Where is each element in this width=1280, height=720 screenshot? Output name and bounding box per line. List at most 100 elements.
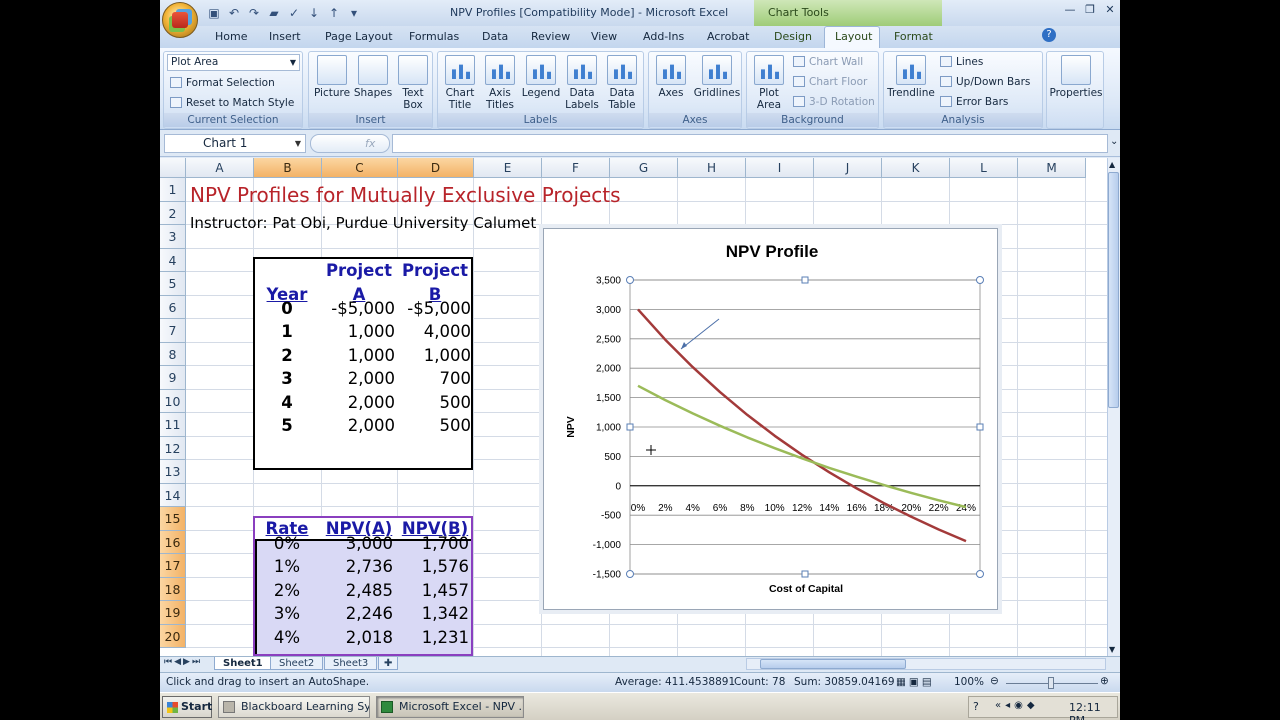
column-header-j[interactable]: J [814, 158, 882, 178]
column-header-i[interactable]: I [746, 158, 814, 178]
frame-grip-bottom[interactable]: ···· [766, 608, 777, 618]
save-icon[interactable]: ▣ [206, 5, 222, 21]
column-header-b[interactable]: B [254, 158, 322, 178]
data-labels-button[interactable]: Data Labels [562, 55, 602, 111]
sheet-nav-icons[interactable]: ⏮◀▶⏭ [164, 657, 202, 667]
row-header-4[interactable]: 4 [160, 248, 186, 272]
expand-formula-icon[interactable]: ⌄ [1110, 136, 1118, 147]
npv-b-cell[interactable]: 1,457 [397, 581, 469, 600]
row-header-2[interactable]: 2 [160, 201, 186, 225]
tab-formulas[interactable]: Formulas [409, 30, 459, 43]
npv-b-cell[interactable]: 1,342 [397, 604, 469, 623]
npv-b-cell[interactable]: 1,576 [397, 557, 469, 576]
updown-bars-button[interactable]: Up/Down Bars [940, 76, 1030, 88]
cash-flow-b-cell[interactable]: 500 [397, 393, 472, 412]
tab-insert[interactable]: Insert [269, 30, 301, 43]
row-header-9[interactable]: 9 [160, 366, 186, 390]
header-project-a[interactable]: Project [321, 261, 397, 280]
view-buttons-icon[interactable]: ▦▣▤ [896, 676, 935, 688]
npv-rate-cell[interactable]: 3% [253, 604, 321, 623]
sheet-tab-3[interactable]: Sheet3 [324, 657, 378, 670]
chart-title[interactable]: NPV Profile [726, 242, 819, 261]
column-header-c[interactable]: C [322, 158, 398, 178]
resize-handle[interactable] [976, 276, 984, 284]
cash-flow-year-cell[interactable]: 0 [253, 299, 321, 318]
undo-icon[interactable]: ↶ [226, 5, 242, 21]
column-header-h[interactable]: H [678, 158, 746, 178]
vertical-scroll-thumb[interactable] [1108, 172, 1119, 408]
cash-flow-b-cell[interactable]: 700 [397, 369, 472, 388]
row-header-10[interactable]: 10 [160, 389, 186, 413]
properties-button[interactable]: Properties [1049, 55, 1103, 99]
npv-a-cell[interactable]: 2,246 [321, 604, 393, 623]
spelling-icon[interactable]: ✓ [286, 5, 302, 21]
cash-flow-a-cell[interactable]: 2,000 [321, 416, 395, 435]
taskbar-item-excel[interactable]: Microsoft Excel - NPV ... [376, 696, 524, 718]
rotation-button[interactable]: 3-D Rotation [793, 96, 875, 108]
row-header-1[interactable]: 1 [160, 178, 186, 202]
cash-flow-a-cell[interactable]: 1,000 [321, 322, 395, 341]
row-header-16[interactable]: 16 [160, 530, 186, 554]
tab-add-ins[interactable]: Add-Ins [643, 30, 684, 43]
row-header-13[interactable]: 13 [160, 460, 186, 484]
qat-customize-icon[interactable]: ▾ [346, 5, 362, 21]
npv-a-cell[interactable]: 3,000 [321, 534, 393, 553]
office-button[interactable] [162, 2, 198, 38]
column-header-a[interactable]: A [186, 158, 254, 178]
cash-flow-year-cell[interactable]: 2 [253, 346, 321, 365]
sort-ascending-icon[interactable]: ↓ [306, 5, 322, 21]
zoom-out-icon[interactable]: ⊖ [990, 675, 999, 687]
horizontal-scroll-thumb[interactable] [760, 659, 906, 669]
error-bars-button[interactable]: Error Bars [940, 96, 1008, 108]
reset-style-button[interactable]: Reset to Match Style [170, 97, 294, 109]
trendline-button[interactable]: Trendline [886, 55, 936, 99]
cash-flow-a-cell[interactable]: 2,000 [321, 369, 395, 388]
npv-b-cell[interactable]: 1,700 [397, 534, 469, 553]
sheet-tab-2[interactable]: Sheet2 [270, 657, 324, 670]
tab-data[interactable]: Data [482, 30, 508, 43]
data-table-button[interactable]: Data Table [602, 55, 642, 111]
npv-chart-svg[interactable]: 3,500 3,000 2,500 2,000 1,500 1,000 500 0 -500 -1… [544, 221, 999, 618]
column-header-k[interactable]: K [882, 158, 950, 178]
text-box-button[interactable]: Text Box [395, 55, 431, 111]
chart-wall-button[interactable]: Chart Wall [793, 56, 863, 68]
npv-b-cell[interactable]: 1,231 [397, 628, 469, 647]
cash-flow-year-cell[interactable]: 3 [253, 369, 321, 388]
npv-rate-cell[interactable]: 0% [253, 534, 321, 553]
row-header-3[interactable]: 3 [160, 225, 186, 249]
npv-chart[interactable]: 3,500 3,000 2,500 2,000 1,500 1,000 500 0 -500 -1… [543, 221, 999, 618]
column-header-e[interactable]: E [474, 158, 542, 178]
zoom-in-icon[interactable]: ⊕ [1100, 675, 1109, 687]
frame-grip-top[interactable]: ···· [766, 221, 777, 231]
resize-handle[interactable] [976, 570, 984, 578]
row-header-12[interactable]: 12 [160, 436, 186, 460]
sheet-title[interactable]: NPV Profiles for Mutually Exclusive Proj… [190, 183, 621, 207]
axis-titles-button[interactable]: Axis Titles [480, 55, 520, 111]
resize-handle[interactable] [801, 276, 809, 284]
formula-input[interactable] [392, 134, 1108, 153]
cash-flow-b-cell[interactable]: 1,000 [397, 346, 471, 365]
cash-flow-year-cell[interactable]: 5 [253, 416, 321, 435]
row-header-15[interactable]: 15 [160, 507, 186, 531]
npv-a-cell[interactable]: 2,018 [321, 628, 393, 647]
column-header-m[interactable]: M [1018, 158, 1086, 178]
chart-floor-button[interactable]: Chart Floor [793, 76, 867, 88]
row-header-8[interactable]: 8 [160, 342, 186, 366]
redo-icon[interactable]: ↷ [246, 5, 262, 21]
tab-home[interactable]: Home [215, 30, 247, 43]
resize-handle[interactable] [976, 423, 984, 431]
row-header-6[interactable]: 6 [160, 295, 186, 319]
tab-page-layout[interactable]: Page Layout [325, 30, 393, 43]
sort-descending-icon[interactable]: ↑ [326, 5, 342, 21]
taskbar-item-blackboard[interactable]: Blackboard Learning Syst... [218, 696, 370, 718]
picture-button[interactable]: Picture [313, 55, 351, 99]
zoom-level[interactable]: 100% [954, 676, 984, 688]
start-button[interactable]: Start [162, 696, 212, 718]
tab-layout[interactable]: Layout [835, 30, 872, 43]
column-header-l[interactable]: L [950, 158, 1018, 178]
scroll-down-icon[interactable]: ▼ [1109, 645, 1115, 654]
zoom-slider-handle[interactable] [1048, 677, 1054, 689]
close-icon[interactable]: ✕ [1100, 3, 1120, 19]
npv-rate-cell[interactable]: 4% [253, 628, 321, 647]
row-header-18[interactable]: 18 [160, 577, 186, 601]
